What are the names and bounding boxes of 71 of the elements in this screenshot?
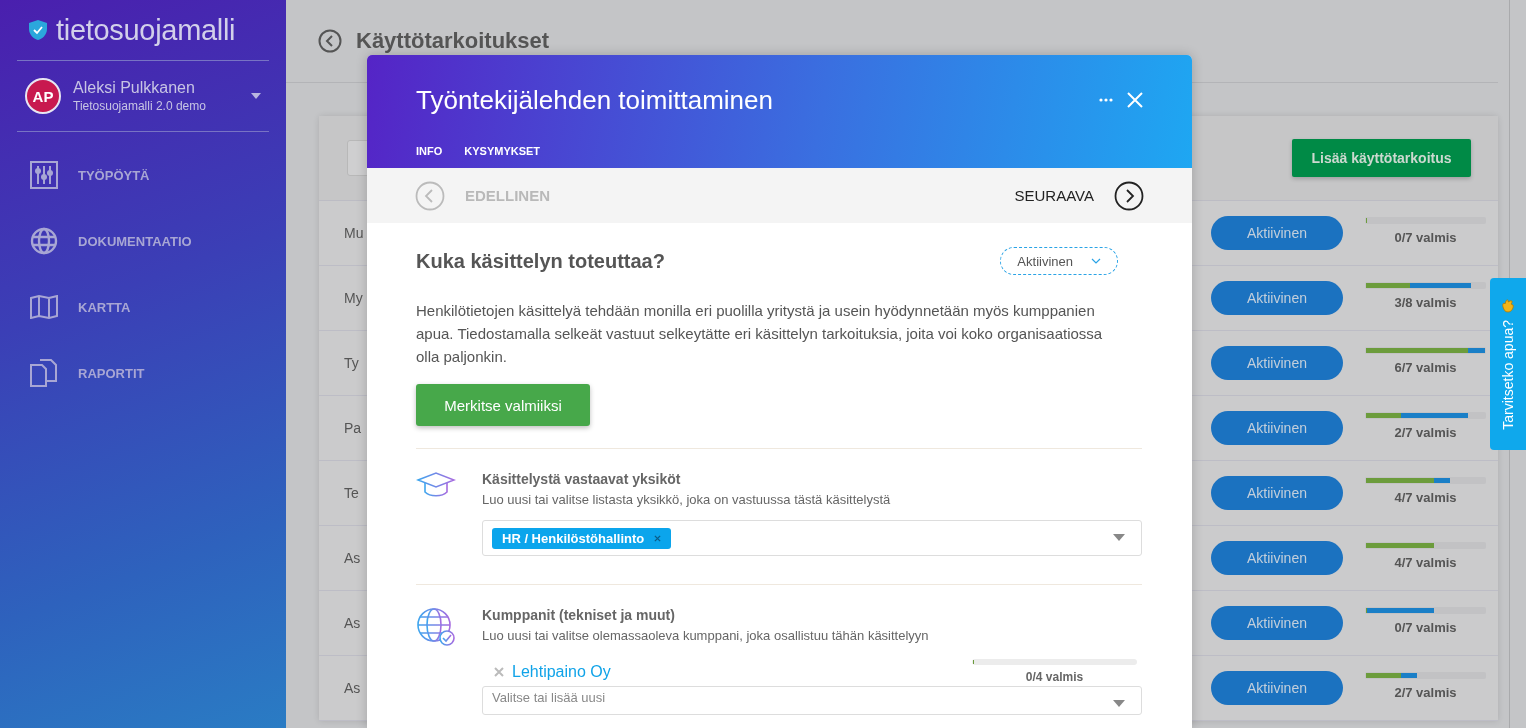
status-button[interactable]: Aktiivinen [1211, 541, 1343, 575]
page-title: Käyttötarkoitukset [356, 28, 550, 54]
chevron-icon [1091, 258, 1101, 264]
back-icon[interactable] [318, 29, 342, 53]
next-link[interactable]: SEURAAVA [1014, 187, 1094, 204]
status-dropdown[interactable]: Aktiivinen [1000, 247, 1118, 275]
row-name: As [344, 680, 361, 696]
documents-icon [30, 359, 58, 387]
progress-reading: 2/7 valmis [1394, 425, 1457, 440]
avatar: AP [25, 78, 61, 114]
description: Henkilötietojen käsittelyä tehdään monilla eri puolilla yritystä ja usein hyödynnetään myös kumppanien apua. Tiedostamalla selkeät vastuut selkeytätte eri käsittelyn tarkoituksia, joita voi koko organisaatiossa olla paljonkin. [416, 301, 1104, 367]
graduation-cap-icon [416, 471, 456, 499]
user-name: Aleksi Pulkkanen [73, 79, 196, 97]
row-name: Pa [344, 420, 362, 436]
section-title: Käsittelystä vastaavat yksiköt [482, 471, 682, 487]
progress-reading: 4/7 valmis [1394, 555, 1457, 570]
row-name: Mu [344, 225, 364, 241]
more-icon[interactable] [1099, 98, 1113, 102]
remove-icon[interactable] [654, 534, 662, 542]
globe-check-icon [416, 607, 456, 647]
mark-done-button[interactable]: Merkitse valmiiksi [416, 384, 590, 426]
progress-reading: 0/7 valmis [1394, 230, 1457, 245]
nav-item[interactable]: KARTTA [17, 274, 269, 340]
close-icon[interactable] [1127, 92, 1143, 108]
row-name: As [344, 550, 361, 566]
progress-reading: 0/4 valmis [1025, 670, 1084, 684]
next-icon[interactable] [1114, 180, 1144, 211]
nav-item[interactable]: RAPORTIT [17, 340, 269, 406]
status-button[interactable]: Aktiivinen [1211, 411, 1343, 445]
globe-icon [30, 227, 58, 255]
select-field[interactable]: HR / Henkilöstöhallinto [482, 520, 1142, 556]
section-title: Kumppanit (tekniset ja muut) [482, 607, 676, 623]
status-button[interactable]: Aktiivinen [1211, 216, 1343, 250]
shield-check-icon [28, 19, 48, 41]
status-button[interactable]: Aktiivinen [1211, 476, 1343, 510]
row-name: As [344, 615, 361, 631]
section-hint: Luo uusi tai valitse olemassaoleva kumppani, joka osallistuu tähän käsittelyyn [482, 628, 930, 643]
progress-reading: 4/7 valmis [1394, 490, 1457, 505]
add-button[interactable]: Lisää käyttötarkoitus [1292, 139, 1471, 177]
status-button[interactable]: Aktiivinen [1211, 671, 1343, 705]
caret-icon[interactable] [1113, 534, 1125, 541]
tag: HR / Henkilöstöhallinto [492, 527, 672, 549]
modal-title: Työntekijälehden toimittaminen [416, 84, 774, 116]
logo-text: tietosuojamalli [56, 13, 236, 47]
caret-icon [1113, 700, 1125, 707]
previous-icon[interactable] [415, 180, 445, 211]
row-name: My [344, 290, 363, 306]
status-button[interactable]: Aktiivinen [1211, 606, 1343, 640]
progress-reading: 6/7 valmis [1394, 360, 1457, 375]
caret-icon[interactable] [251, 93, 261, 99]
row-name: Te [344, 485, 359, 501]
nav-item[interactable]: DOKUMENTAATIO [17, 208, 269, 274]
organization-name: Tietosuojamalli 2.0 demo [73, 99, 207, 113]
progress-reading: 0/7 valmis [1394, 620, 1457, 635]
tab[interactable]: KYSYMYKSET [464, 145, 541, 165]
tab[interactable]: INFO [416, 145, 443, 165]
sliders-icon [30, 161, 58, 189]
progress-reading: 2/7 valmis [1394, 685, 1457, 700]
nav-item[interactable]: TYÖPÖYTÄ [17, 142, 269, 208]
status-button[interactable]: Aktiivinen [1211, 346, 1343, 380]
help-tab[interactable]: Tarvitsetko apua? [1490, 278, 1526, 450]
section-hint: Luo uusi tai valitse listasta yksikkö, joka on vastuussa tästä käsittelystä [482, 492, 892, 507]
map-icon [30, 295, 58, 319]
progress-reading: 3/8 valmis [1394, 295, 1457, 310]
question-heading: Kuka käsittelyn toteuttaa? [416, 249, 665, 273]
status-button[interactable]: Aktiivinen [1211, 281, 1343, 315]
select-field[interactable]: Valitse tai lisää uusi [482, 686, 1142, 715]
partner-link[interactable]: Lehtipaino Oy [512, 662, 964, 681]
remove-icon[interactable] [494, 666, 504, 677]
row-name: Ty [344, 355, 359, 371]
hand-icon [1500, 298, 1516, 315]
